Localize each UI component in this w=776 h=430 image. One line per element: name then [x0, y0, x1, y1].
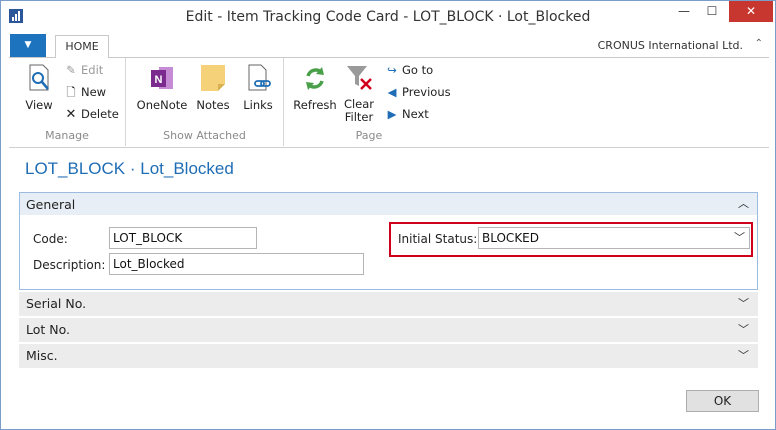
onenote-icon: N — [147, 62, 177, 94]
refresh-button[interactable]: Refresh — [290, 62, 340, 112]
ribbon-group-show-attached: N OneNote Notes Links Show Attached — [126, 58, 284, 146]
ribbon-group-page: Refresh Clear Filter ↪Go to ◀Previous — [284, 58, 454, 146]
view-button[interactable]: View — [17, 62, 61, 112]
close-button[interactable]: ✕ — [729, 1, 773, 22]
edit-button[interactable]: ✎ Edit — [64, 63, 103, 77]
group-label-show-attached: Show Attached — [163, 129, 246, 142]
ribbon-tab-row: ▼ HOME CRONUS International Ltd. ⌃ — [9, 34, 769, 59]
code-field[interactable]: LOT_BLOCK — [109, 227, 257, 249]
title-bar: Edit - Item Tracking Code Card - LOT_BLO… — [1, 1, 775, 33]
code-label: Code: — [33, 232, 68, 246]
chevron-down-icon: ﹀ — [738, 349, 749, 362]
initial-status-label: Initial Status: — [398, 232, 478, 246]
general-fasttab-header[interactable]: General ︿ — [20, 193, 757, 215]
clear-filter-button[interactable]: Clear Filter — [342, 62, 376, 124]
group-label-page: Page — [355, 129, 383, 142]
next-button[interactable]: ▶ Next — [385, 107, 429, 121]
goto-arrow-icon: ↪ — [387, 63, 397, 77]
notes-button[interactable]: Notes — [193, 62, 233, 112]
pencil-icon: ✎ — [66, 63, 76, 77]
previous-button[interactable]: ◀ Previous — [385, 85, 451, 99]
goto-button[interactable]: ↪ Go to — [385, 63, 433, 77]
misc-fasttab[interactable]: Misc. ﹀ — [19, 344, 758, 368]
delete-icon: ✕ — [65, 107, 77, 122]
ok-button[interactable]: OK — [686, 390, 759, 412]
clear-filter-icon — [344, 62, 374, 94]
links-button[interactable]: Links — [238, 62, 278, 112]
notes-icon — [198, 62, 228, 94]
chevron-down-icon: ﹀ — [734, 231, 745, 244]
minimize-button[interactable]: — — [670, 1, 698, 22]
description-field[interactable]: Lot_Blocked — [109, 253, 364, 275]
description-label: Description: — [33, 258, 106, 272]
initial-status-select[interactable]: BLOCKED ﹀ — [478, 227, 750, 249]
previous-arrow-icon: ◀ — [387, 85, 397, 99]
delete-button[interactable]: ✕ Delete — [64, 107, 119, 122]
next-arrow-icon: ▶ — [387, 107, 397, 121]
collapse-ribbon-icon[interactable]: ⌃ — [755, 38, 763, 49]
refresh-icon — [300, 62, 330, 94]
window: Edit - Item Tracking Code Card - LOT_BLO… — [0, 0, 776, 430]
maximize-button[interactable]: ☐ — [698, 1, 726, 22]
tab-home[interactable]: HOME — [55, 35, 109, 59]
chevron-up-icon[interactable]: ︿ — [738, 195, 749, 211]
chevron-down-icon: ﹀ — [738, 323, 749, 336]
ribbon: View ✎ Edit 🗋 New ✕ Delete Manage N OneN… — [9, 58, 769, 148]
view-icon — [24, 62, 54, 94]
links-icon — [243, 62, 273, 94]
onenote-button[interactable]: N OneNote — [134, 62, 190, 112]
page-title: LOT_BLOCK · Lot_Blocked — [25, 159, 234, 178]
new-document-icon: 🗋 — [66, 85, 76, 99]
file-menu-button[interactable]: ▼ — [10, 34, 46, 57]
window-title: Edit - Item Tracking Code Card - LOT_BLO… — [185, 9, 591, 25]
group-label-manage: Manage — [45, 129, 89, 142]
new-button[interactable]: 🗋 New — [64, 85, 106, 104]
ribbon-group-manage: View ✎ Edit 🗋 New ✕ Delete Manage — [9, 58, 126, 146]
serial-no-fasttab[interactable]: Serial No. ﹀ — [19, 292, 758, 316]
lot-no-fasttab[interactable]: Lot No. ﹀ — [19, 318, 758, 342]
chevron-down-icon: ﹀ — [738, 297, 749, 310]
svg-text:N: N — [155, 74, 163, 86]
company-name[interactable]: CRONUS International Ltd. — [598, 39, 743, 52]
